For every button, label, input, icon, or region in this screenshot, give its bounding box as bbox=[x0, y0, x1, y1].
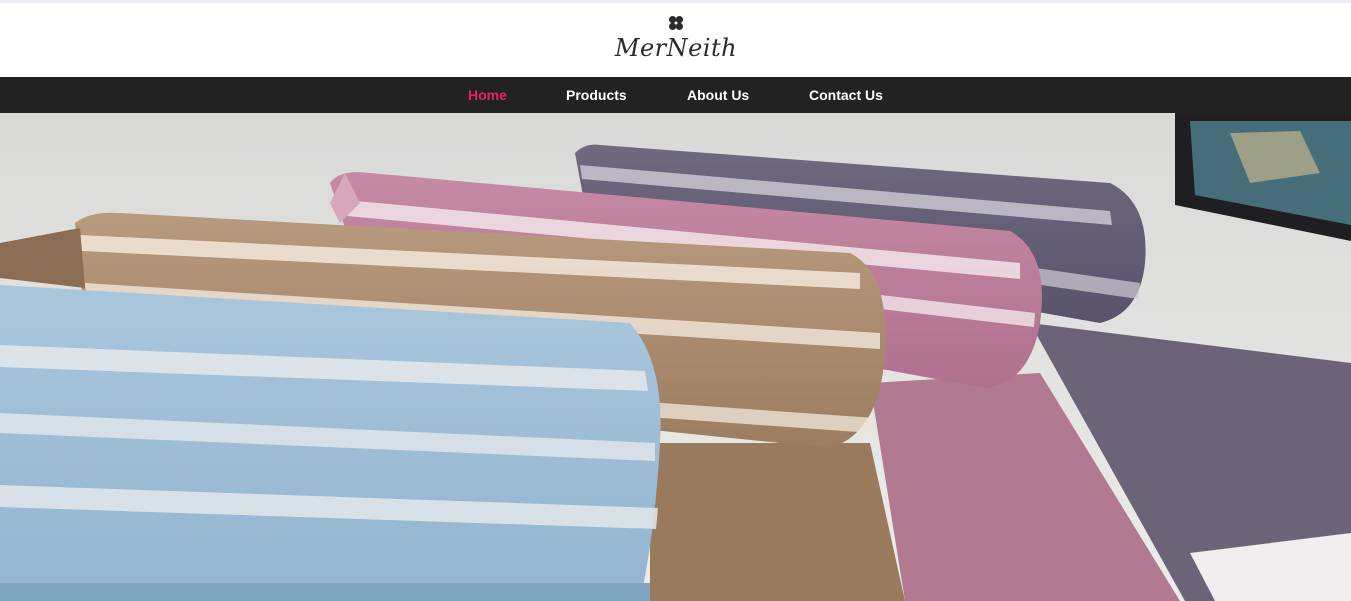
four-petal-flower-icon bbox=[669, 16, 683, 30]
brand-logo[interactable]: MerNeith bbox=[610, 13, 742, 69]
nav-item-products[interactable]: Products bbox=[566, 77, 627, 113]
hero-banner-image bbox=[0, 113, 1351, 601]
nav-item-contact-us[interactable]: Contact Us bbox=[809, 77, 883, 113]
site-header: MerNeith bbox=[0, 3, 1351, 77]
nav-item-home[interactable]: Home bbox=[468, 77, 507, 113]
brand-name: MerNeith bbox=[614, 34, 738, 62]
main-nav: Home Products About Us Contact Us bbox=[0, 77, 1351, 113]
nav-item-about-us[interactable]: About Us bbox=[687, 77, 749, 113]
